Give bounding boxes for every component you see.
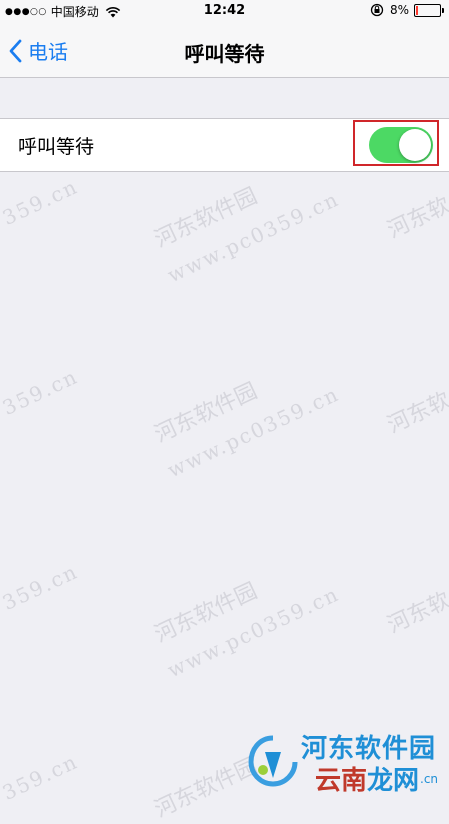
watermark-text: 河东软件园 (150, 183, 262, 253)
watermark-url-fragment: 359.cn (0, 364, 82, 420)
watermark-url: www.pc0359.cn (163, 581, 344, 683)
call-waiting-toggle[interactable] (369, 127, 433, 163)
call-waiting-label: 呼叫等待 (18, 136, 95, 158)
logo-mark-icon (248, 735, 298, 787)
watermark-url-fragment: 359.cn (0, 749, 82, 805)
logo-site-part-a: 云南 (315, 766, 368, 796)
watermark-fragment: 河东软 (383, 387, 449, 439)
call-waiting-row: 呼叫等待 (0, 118, 449, 172)
status-bar: ●●●○○ 中国移动 12:42 8% (0, 0, 449, 22)
watermark-url-fragment: 359.cn (0, 559, 82, 615)
watermark-text: 河东软件园 (150, 378, 262, 448)
logo-site-part-b: 龙网 (367, 766, 420, 796)
watermark-fragment: 河东软 (383, 192, 449, 244)
watermark-url: www.pc0359.cn (163, 381, 344, 483)
watermark-url: www.pc0359.cn (163, 186, 344, 288)
watermark-url-fragment: 359.cn (0, 174, 82, 230)
battery-icon (414, 3, 444, 17)
rotation-lock-icon (370, 3, 384, 17)
watermark-fragment: 河东软 (383, 587, 449, 639)
toggle-knob (399, 129, 431, 161)
page-title: 呼叫等待 (184, 42, 265, 66)
site-logo: 河东软件园 云南龙网 .cn (245, 728, 445, 797)
logo-site-suffix: .cn (420, 772, 439, 786)
navigation-bar: 电话 呼叫等待 (0, 22, 449, 78)
status-right: 8% (370, 3, 444, 17)
battery-percent: 8% (389, 3, 409, 17)
battery-level (416, 5, 418, 15)
watermark-text: 河东软件园 (150, 578, 262, 648)
logo-site: 云南龙网 (315, 760, 419, 797)
